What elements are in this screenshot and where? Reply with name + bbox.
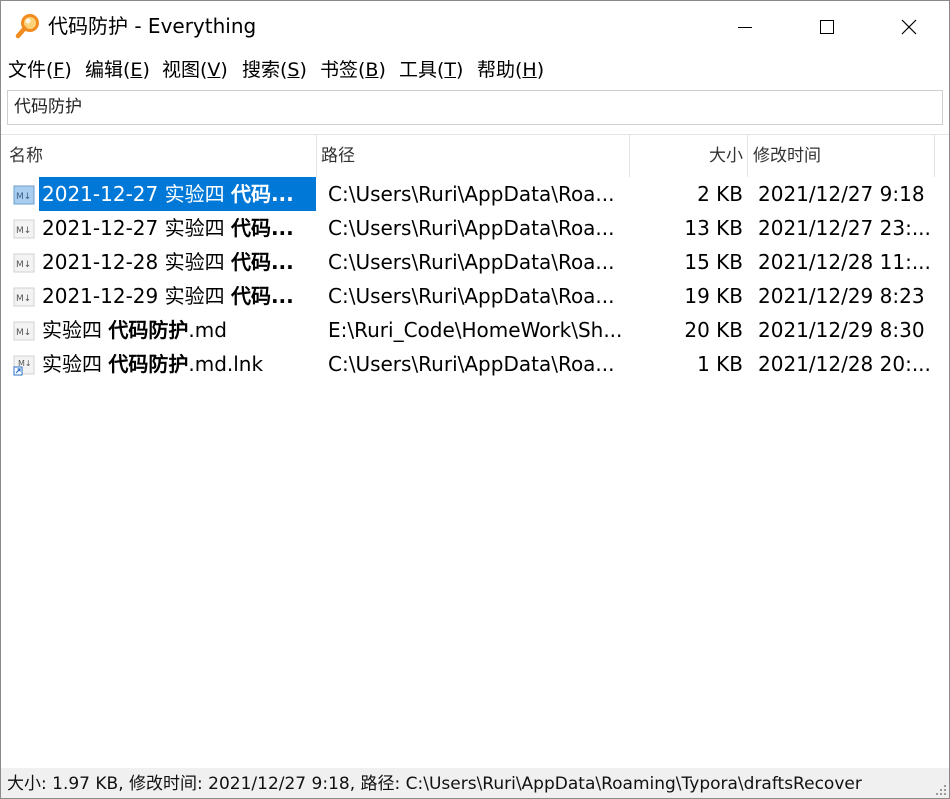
column-name-header[interactable]: 名称 [9,135,43,177]
file-name-cell[interactable]: 2021-12-28 实验四 代码... [39,245,316,279]
file-size-cell: 15 KB [684,250,743,274]
menu-help[interactable]: 帮助(H) [477,55,544,85]
column-modified-header[interactable]: 修改时间 [753,135,821,177]
menu-bar: 文件(F) 编辑(E) 视图(V) 搜索(S) 书签(B) 工具(T) 帮助(H… [1,55,949,85]
column-header: 名称 路径 大小 修改时间 [1,134,949,177]
menu-view[interactable]: 视图(V) [162,55,228,85]
svg-text:M↓: M↓ [16,328,31,338]
file-path-cell: C:\Users\Ruri\AppData\Roa... [328,216,615,240]
file-modified-cell: 2021/12/27 9:18 [758,182,925,206]
column-divider[interactable] [629,135,630,177]
file-path-cell: C:\Users\Ruri\AppData\Roa... [328,352,615,376]
file-size-cell: 13 KB [684,216,743,240]
column-path-header[interactable]: 路径 [321,135,355,177]
file-size-cell: 19 KB [684,284,743,308]
menu-search[interactable]: 搜索(S) [242,55,307,85]
file-path-cell: C:\Users\Ruri\AppData\Roa... [328,284,615,308]
status-bar: 大小: 1.97 KB, 修改时间: 2021/12/27 9:18, 路径: … [1,768,949,798]
file-name-cell[interactable]: 实验四 代码防护.md [39,313,316,347]
markdown-file-icon: M↓ [13,287,35,307]
shortcut-file-icon: M↓ [13,355,35,376]
menu-tools[interactable]: 工具(T) [399,55,463,85]
markdown-file-icon: M↓ [13,321,35,341]
maximize-button[interactable] [787,1,867,53]
file-name-cell[interactable]: 2021-12-29 实验四 代码... [39,279,316,313]
file-modified-cell: 2021/12/29 8:23 [758,284,925,308]
markdown-file-icon: M↓ [13,253,35,273]
markdown-file-icon: M↓ [13,185,35,205]
column-size-header[interactable]: 大小 [631,135,743,177]
menu-bookmarks[interactable]: 书签(B) [320,55,386,85]
file-modified-cell: 2021/12/27 23:... [758,216,931,240]
status-text: 大小: 1.97 KB, 修改时间: 2021/12/27 9:18, 路径: … [7,774,862,794]
svg-text:M↓: M↓ [16,192,31,202]
svg-text:M↓: M↓ [16,294,31,304]
close-button[interactable] [869,1,949,53]
minimize-icon [738,27,752,28]
file-modified-cell: 2021/12/29 8:30 [758,318,925,342]
column-divider[interactable] [316,135,317,177]
file-path-cell: C:\Users\Ruri\AppData\Roa... [328,250,615,274]
file-modified-cell: 2021/12/28 11:... [758,250,931,274]
window-title: 代码防护 - Everything [48,14,257,38]
file-size-cell: 2 KB [697,182,743,206]
markdown-file-icon: M↓ [13,219,35,239]
title-bar[interactable]: 代码防护 - Everything [1,1,949,53]
everything-window: 代码防护 - Everything 文件(F) 编辑(E) 视图(V) 搜索(S… [0,0,950,799]
file-modified-cell: 2021/12/28 20:... [758,352,931,376]
table-row[interactable]: M↓ 2021-12-27 实验四 代码... C:\Users\Ruri\Ap… [1,211,949,245]
close-icon [901,19,917,35]
file-name-cell[interactable]: 2021-12-27 实验四 代码... [39,211,316,245]
svg-text:M↓: M↓ [16,226,31,236]
column-divider[interactable] [747,135,748,177]
menu-file[interactable]: 文件(F) [8,55,72,85]
file-size-cell: 1 KB [697,352,743,376]
menu-edit[interactable]: 编辑(E) [85,55,150,85]
column-divider[interactable] [934,135,935,177]
file-size-cell: 20 KB [684,318,743,342]
minimize-button[interactable] [705,1,785,53]
maximize-icon [820,20,834,34]
table-row[interactable]: M↓ 2021-12-27 实验四 代码... C:\Users\Ruri\Ap… [1,177,949,211]
table-row[interactable]: M↓ 实验四 代码防护.md E:\Ruri_Code\HomeWork\Sh.… [1,313,949,347]
table-row[interactable]: M↓ 实验四 代码防护.md.lnk C:\Users\Ruri\AppData… [1,347,949,381]
svg-text:M↓: M↓ [16,260,31,270]
magnifier-icon [15,14,39,39]
file-path-cell: C:\Users\Ruri\AppData\Roa... [328,182,615,206]
file-path-cell: E:\Ruri_Code\HomeWork\Sh... [328,318,623,342]
search-input[interactable]: 代码防护 [7,90,943,125]
file-name-cell[interactable]: 实验四 代码防护.md.lnk [39,347,316,381]
resize-grip-icon[interactable] [935,784,947,796]
file-name-cell[interactable]: 2021-12-27 实验四 代码... [39,177,316,211]
table-row[interactable]: M↓ 2021-12-29 实验四 代码... C:\Users\Ruri\Ap… [1,279,949,313]
table-row[interactable]: M↓ 2021-12-28 实验四 代码... C:\Users\Ruri\Ap… [1,245,949,279]
